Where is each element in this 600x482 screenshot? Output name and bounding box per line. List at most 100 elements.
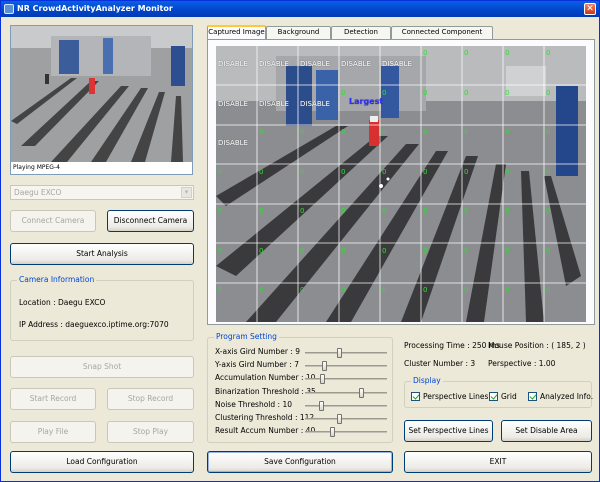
cell-count-label: 0 [464, 286, 469, 294]
largest-cluster-label: Largest [349, 97, 384, 106]
cell-count-label: 0 [464, 167, 469, 176]
setting-slider[interactable] [305, 348, 387, 358]
program-setting-title: Program Setting [214, 332, 279, 341]
display-title: Display [411, 376, 443, 385]
cell-count-label: 0 [382, 88, 387, 97]
cell-count-label: 0 [259, 286, 264, 294]
analyzed-info-label: Analyzed Info. [540, 392, 594, 401]
preview-status: Playing MPEG-4 [13, 164, 60, 171]
perspective-value: Perspective : 1.00 [488, 359, 556, 368]
perspective-lines-checkbox[interactable]: Perspective Lines [411, 392, 488, 401]
cell-count-label: 0 [505, 246, 510, 255]
slider-thumb[interactable] [319, 400, 324, 411]
setting-label: Binarization Threshold : 35 [215, 386, 316, 396]
cell-count-label: 0 [505, 49, 510, 57]
cell-count-label: 0 [464, 246, 469, 255]
cell-count-label: 0 [546, 167, 551, 176]
connect-camera-button[interactable]: Connect Camera [10, 210, 96, 232]
disable-cell-label: DISABLE [300, 60, 330, 68]
disconnect-camera-button[interactable]: Disconnect Camera [107, 210, 194, 232]
cell-count-label: 0 [505, 207, 510, 215]
disable-cell-label: DISABLE [341, 60, 371, 68]
setting-slider[interactable] [305, 427, 387, 438]
cell-count-label: 0 [300, 246, 305, 255]
save-configuration-button[interactable]: Save Configuration [207, 451, 393, 473]
checkbox-checked-icon [489, 392, 498, 401]
camera-information-group: Camera Information Location : Daegu EXCO… [10, 275, 194, 341]
app-icon [4, 4, 14, 14]
camera-location: Location : Daegu EXCO [19, 298, 106, 307]
setting-label: Clustering Threshold : 112 [215, 413, 315, 422]
captured-image-view[interactable]: Largest DISABLE DISABLE DISABLE DISABLE DISA… [216, 46, 586, 322]
grid-checkbox[interactable]: Grid [489, 392, 517, 401]
tab-captured-image[interactable]: Captured Image [207, 25, 266, 40]
stop-record-button[interactable]: Stop Record [107, 388, 194, 410]
cell-count-label: 0 [423, 167, 428, 176]
slider-track [305, 391, 387, 394]
cell-count-label: 0 [546, 49, 551, 57]
stop-play-button[interactable]: Stop Play [107, 421, 194, 443]
cell-count-label: 0 [341, 286, 346, 294]
title-bar[interactable]: NR CrowdActivityAnalyzer Monitor ✕ [1, 1, 599, 17]
window-title: NR CrowdActivityAnalyzer Monitor [17, 4, 173, 13]
cell-count-label: 0 [341, 246, 346, 255]
play-file-button[interactable]: Play File [10, 421, 96, 443]
chevron-down-icon[interactable]: ▾ [181, 187, 192, 198]
cell-count-label: 0 [300, 167, 305, 176]
slider-thumb[interactable] [322, 361, 327, 372]
slider-track [305, 431, 387, 434]
setting-label: Noise Threshold : 10 [215, 399, 292, 409]
cell-count-label: 0 [382, 167, 387, 176]
tab-background-image[interactable]: Background Image [266, 26, 331, 47]
cell-count-label: 0 [464, 49, 469, 57]
tab-detection-image[interactable]: Detection Image [331, 26, 391, 47]
load-configuration-button[interactable]: Load Configuration [10, 451, 194, 473]
cell-count-label: 0 [546, 286, 551, 294]
setting-slider[interactable] [305, 414, 387, 424]
cell-count-label: 0 [382, 286, 387, 294]
camera-select[interactable]: Daegu EXCO ▾ [10, 185, 194, 200]
cell-count-label: 0 [300, 286, 305, 294]
start-record-button[interactable]: Start Record [10, 388, 96, 410]
slider-thumb[interactable] [359, 387, 364, 398]
setting-label: Accumulation Number : 10 [215, 373, 316, 383]
cluster-number: Cluster Number : 3 [404, 359, 476, 368]
set-disable-area-button[interactable]: Set Disable Area [501, 420, 592, 442]
close-button[interactable]: ✕ [584, 3, 596, 15]
setting-label: X-axis Gird Number : 9 [215, 347, 301, 356]
setting-slider[interactable] [305, 361, 387, 372]
disable-cell-label: DISABLE [218, 60, 248, 68]
set-perspective-lines-button[interactable]: Set Perspective Lines [404, 420, 493, 442]
cell-count-label: 0 [382, 246, 387, 255]
mouse-position: Mouse Position : ( 185, 2 ) [488, 341, 586, 350]
slider-track [305, 378, 387, 381]
slider-track [305, 418, 387, 420]
display-group: Display Perspective Lines Grid Analyzed … [404, 376, 593, 408]
snapshot-button[interactable]: Snap Shot [10, 356, 194, 378]
cell-count-label: 0 [218, 286, 223, 294]
exit-button[interactable]: EXIT [404, 451, 592, 473]
cell-count-label: 0 [546, 207, 551, 215]
preview-image [11, 26, 192, 162]
camera-information-title: Camera Information [17, 275, 97, 284]
setting-slider[interactable] [305, 400, 387, 411]
cell-count-label: 0 [546, 246, 551, 255]
disable-cell-label: DISABLE [259, 60, 289, 68]
cell-count-label: 0 [505, 286, 510, 294]
start-analysis-button[interactable]: Start Analysis [10, 243, 194, 265]
cell-count-label: 0 [464, 88, 469, 97]
setting-slider[interactable] [305, 387, 387, 398]
cell-count-label: 0 [546, 88, 551, 97]
tab-connected-component-image[interactable]: Connected Component Image [391, 26, 493, 47]
analyzed-info-checkbox[interactable]: Analyzed Info. [528, 392, 593, 401]
slider-track [305, 352, 387, 354]
main-window: NR CrowdActivityAnalyzer Monitor ✕ Playi… [0, 0, 600, 482]
slider-thumb[interactable] [337, 348, 342, 358]
camera-select-value: Daegu EXCO [14, 188, 62, 197]
grid-label: Grid [501, 392, 517, 401]
slider-thumb[interactable] [337, 414, 342, 424]
slider-thumb[interactable] [330, 427, 335, 438]
camera-preview: Playing MPEG-4 [10, 25, 193, 175]
setting-slider[interactable] [305, 374, 387, 385]
slider-thumb[interactable] [320, 374, 325, 385]
